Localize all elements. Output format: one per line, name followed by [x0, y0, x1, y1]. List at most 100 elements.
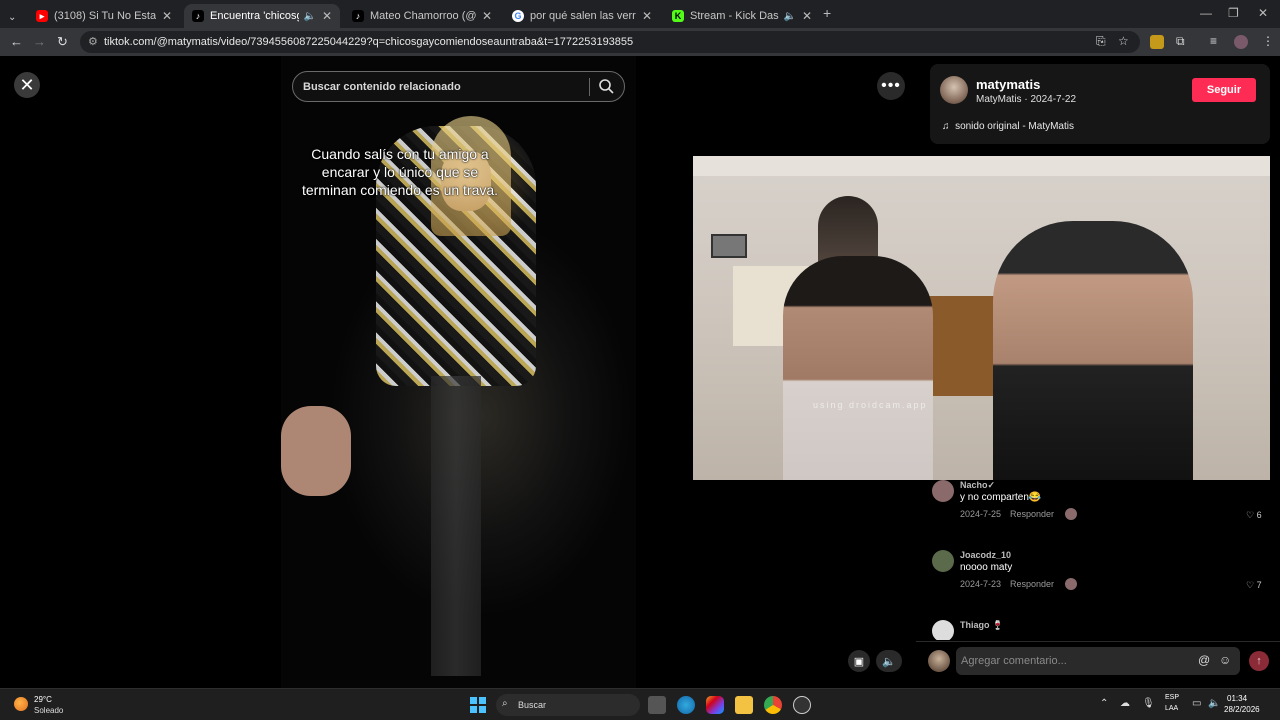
profile-avatar-icon[interactable]: [1234, 35, 1248, 49]
weather-condition[interactable]: Soleado: [34, 706, 63, 715]
speaker-icon[interactable]: 🔈: [303, 11, 315, 22]
copilot-icon[interactable]: [706, 696, 724, 714]
close-icon[interactable]: ✕: [802, 9, 812, 23]
author-card: matymatis MatyMatis · 2024-7-22 Seguir ♫…: [930, 64, 1270, 144]
keyboard-layout[interactable]: LAA: [1165, 705, 1178, 712]
tab-kick[interactable]: K Stream - Kick Dashboard 🔈 ✕: [664, 4, 820, 28]
comment-avatar[interactable]: [932, 620, 954, 640]
comment-text: noooo maty: [960, 562, 1013, 573]
back-icon[interactable]: ←: [10, 34, 23, 49]
close-icon[interactable]: ✕: [642, 9, 652, 23]
comment-date: 2024-7-23: [960, 579, 1002, 589]
comment-input[interactable]: Agregar comentario... @ ☺: [956, 647, 1240, 675]
volume-button[interactable]: 🔈: [876, 650, 902, 672]
reply-button[interactable]: Responder: [1010, 579, 1054, 589]
browser-toolbar: ← → ↻ ⚙ tiktok.com/@matymatis/video/7394…: [0, 28, 1280, 56]
media-control-icon[interactable]: ≡: [1210, 34, 1217, 48]
edge-icon[interactable]: [677, 696, 695, 714]
close-icon[interactable]: ✕: [482, 9, 492, 23]
arrow-up-icon: ↑: [1256, 655, 1262, 667]
comment-username[interactable]: Nacho✓: [960, 480, 995, 491]
new-tab-button[interactable]: +: [823, 5, 831, 21]
like-button[interactable]: ♡ 7: [1246, 580, 1262, 591]
comment-item: Thiago 🍷: [932, 620, 1272, 640]
file-explorer-icon[interactable]: [735, 696, 753, 714]
volume-icon[interactable]: 🔈: [1208, 698, 1220, 709]
search-divider: [589, 78, 590, 96]
close-icon: ✕: [19, 74, 35, 95]
comment-avatar[interactable]: [932, 480, 954, 502]
tab-search-button[interactable]: ⌄: [4, 5, 26, 29]
address-bar[interactable]: ⚙ tiktok.com/@matymatis/video/7394556087…: [80, 31, 1140, 53]
youtube-icon: ▸: [36, 10, 48, 22]
site-info-icon[interactable]: ⚙: [88, 35, 98, 48]
reload-icon[interactable]: ↻: [57, 34, 68, 50]
close-window-icon[interactable]: ✕: [1258, 6, 1268, 20]
author-username[interactable]: matymatis: [976, 77, 1040, 92]
tab-tiktok-search[interactable]: ♪ Encuentra 'chicosgaycomie 🔈 ✕: [184, 4, 340, 28]
music-note-icon: ♫: [942, 121, 950, 132]
like-button[interactable]: ♡ 6: [1246, 510, 1262, 521]
video-subject-legs: [431, 376, 481, 676]
google-icon: G: [512, 10, 524, 22]
picture-in-picture-button[interactable]: ▣: [848, 650, 870, 672]
more-options-button[interactable]: •••: [877, 72, 905, 100]
tab-title: Encuentra 'chicosgaycomie: [210, 10, 299, 22]
comment-composer: Agregar comentario... @ ☺ ↑: [916, 641, 1280, 688]
minimize-icon[interactable]: —: [1200, 6, 1212, 20]
cam-wall-frame: [711, 234, 747, 258]
mention-icon[interactable]: @: [1198, 653, 1210, 667]
close-icon[interactable]: ✕: [162, 9, 172, 23]
tab-youtube[interactable]: ▸ (3108) Si Tu No Estas - Nicky Ja ✕: [28, 4, 180, 28]
tab-title: Mateo Chamorroo (@mateo.ch: [370, 10, 476, 22]
search-icon[interactable]: [598, 78, 614, 97]
bookmark-star-icon[interactable]: ☆: [1118, 34, 1129, 48]
task-view-icon[interactable]: [648, 696, 666, 714]
extension-icon[interactable]: [1150, 35, 1164, 49]
language-indicator[interactable]: ESP: [1165, 694, 1179, 701]
menu-kebab-icon[interactable]: ⋮: [1262, 34, 1274, 48]
avatar[interactable]: [940, 76, 968, 104]
emoji-icon[interactable]: ☺: [1219, 653, 1231, 667]
comment-date: 2024-7-25: [960, 509, 1002, 519]
taskbar-search[interactable]: ⌕ Buscar: [496, 694, 640, 716]
music-title: sonido original - MatyMatis: [955, 121, 1074, 132]
microphone-icon[interactable]: 🎙: [1142, 698, 1155, 709]
comment-username[interactable]: Thiago 🍷: [960, 620, 1003, 631]
install-app-icon[interactable]: ⎘: [1096, 34, 1106, 49]
kick-icon: K: [672, 10, 684, 22]
creator-liked-icon: [1065, 578, 1077, 590]
close-video-button[interactable]: ✕: [14, 72, 40, 98]
network-icon[interactable]: ▭: [1192, 698, 1201, 709]
forward-icon[interactable]: →: [33, 34, 46, 49]
chevron-up-icon[interactable]: ⌃: [1100, 698, 1108, 709]
restore-icon[interactable]: ❐: [1228, 6, 1239, 20]
windows-start-icon[interactable]: [469, 696, 487, 714]
heart-icon: ♡: [1246, 580, 1255, 590]
follow-button[interactable]: Seguir: [1192, 78, 1256, 102]
close-icon[interactable]: ✕: [322, 9, 332, 23]
reply-button[interactable]: Responder: [1010, 509, 1054, 519]
tab-google[interactable]: G por qué salen las verrugas - Bu ✕: [504, 4, 660, 28]
taskbar-search-label: Buscar: [518, 700, 547, 710]
weather-temperature[interactable]: 29°C: [34, 695, 52, 704]
pip-icon: ▣: [853, 655, 865, 668]
clock-time[interactable]: 01:34: [1227, 694, 1247, 703]
extensions-puzzle-icon[interactable]: ⧉: [1176, 34, 1185, 49]
weather-icon[interactable]: [14, 697, 28, 711]
tiktok-icon: ♪: [352, 10, 364, 22]
tiktok-video-page: ✕ Buscar contenido relacionado Cuando sa…: [0, 56, 1280, 688]
obs-icon[interactable]: [793, 696, 811, 714]
speaker-icon[interactable]: 🔈: [783, 11, 795, 22]
chrome-icon[interactable]: [764, 696, 782, 714]
tab-tiktok-profile[interactable]: ♪ Mateo Chamorroo (@mateo.ch ✕: [344, 4, 500, 28]
cloud-icon[interactable]: ☁: [1120, 698, 1130, 709]
comment-username[interactable]: Joacodz_10: [960, 550, 1011, 560]
post-comment-button[interactable]: ↑: [1249, 651, 1269, 671]
clock-date[interactable]: 28/2/2026: [1224, 705, 1260, 714]
music-link[interactable]: ♫ sonido original - MatyMatis: [942, 121, 1074, 132]
related-search-input[interactable]: Buscar contenido relacionado: [292, 71, 625, 102]
comment-item: Nacho✓ y no comparten😂 2024-7-25 Respond…: [932, 480, 1272, 528]
tiktok-icon: ♪: [192, 10, 204, 22]
comment-avatar[interactable]: [932, 550, 954, 572]
